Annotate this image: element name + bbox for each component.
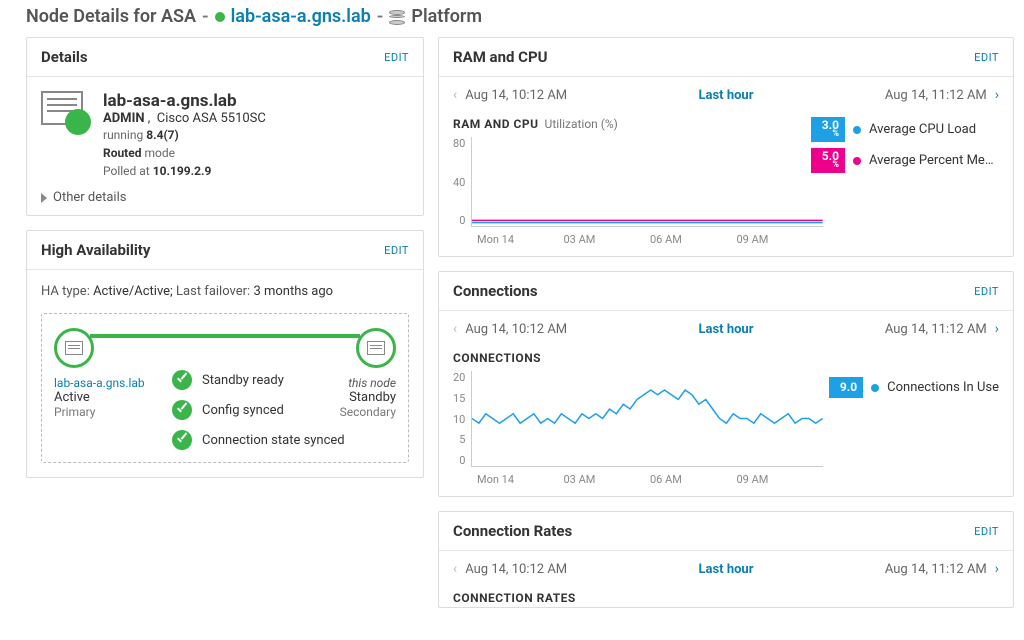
platform-icon bbox=[389, 10, 405, 24]
connection-rates-title: Connection Rates bbox=[453, 522, 572, 540]
breadcrumb-host[interactable]: lab-asa-a.gns.lab bbox=[231, 6, 371, 27]
ha-diagram: lab-asa-a.gns.lab Active Primary this no… bbox=[41, 313, 409, 463]
connections-legend: 9.0 Connections In Use bbox=[829, 377, 999, 398]
time-range-button[interactable]: Last hour bbox=[699, 322, 754, 337]
ramcpu-timebar: ‹Aug 14, 10:12 AM Last hour Aug 14, 11:1… bbox=[439, 77, 1013, 113]
ramcpu-title: RAM and CPU bbox=[453, 48, 548, 66]
device-hostname: lab-asa-a.gns.lab bbox=[103, 91, 266, 111]
other-details-toggle[interactable]: Other details bbox=[41, 190, 409, 205]
chevron-right-icon[interactable]: › bbox=[995, 561, 999, 577]
breadcrumb-suffix: Platform bbox=[411, 6, 482, 27]
breadcrumb-prefix: Node Details for ASA bbox=[26, 6, 196, 27]
device-poll-ip: 10.199.2.9 bbox=[153, 164, 212, 178]
connections-edit-button[interactable]: EDIT bbox=[974, 285, 999, 298]
ha-node-secondary[interactable]: this node Standby Secondary bbox=[300, 328, 396, 419]
time-range-button[interactable]: Last hour bbox=[699, 88, 754, 103]
connections-card: Connections EDIT ‹Aug 14, 10:12 AM Last … bbox=[438, 271, 1014, 497]
device-version: 8.4(7) bbox=[146, 128, 179, 142]
ha-title: High Availability bbox=[41, 241, 150, 259]
connections-timebar: ‹Aug 14, 10:12 AM Last hour Aug 14, 11:1… bbox=[439, 311, 1013, 347]
ha-check-connstate: Connection state synced bbox=[172, 430, 345, 450]
chevron-left-icon[interactable]: ‹ bbox=[453, 321, 457, 337]
connection-rates-card: Connection Rates EDIT ‹Aug 14, 10:12 AM … bbox=[438, 511, 1014, 608]
device-small-icon bbox=[54, 328, 94, 368]
ramcpu-card: RAM and CPU EDIT ‹Aug 14, 10:12 AM Last … bbox=[438, 37, 1014, 257]
check-icon bbox=[172, 370, 192, 390]
breadcrumb: Node Details for ASA - lab-asa-a.gns.lab… bbox=[26, 6, 1006, 27]
connections-chart bbox=[471, 371, 823, 467]
check-icon bbox=[172, 430, 192, 450]
time-range-button[interactable]: Last hour bbox=[699, 562, 754, 577]
caret-right-icon bbox=[41, 193, 47, 203]
ha-card: High Availability EDIT HA type: Active/A… bbox=[26, 230, 424, 478]
details-edit-button[interactable]: EDIT bbox=[384, 51, 409, 64]
ha-edit-button[interactable]: EDIT bbox=[384, 244, 409, 257]
legend-dot-icon bbox=[853, 157, 861, 165]
chevron-right-icon[interactable]: › bbox=[995, 321, 999, 337]
status-up-icon bbox=[215, 12, 225, 22]
ramcpu-chart bbox=[471, 137, 823, 227]
device-role: ADMIN bbox=[103, 111, 145, 126]
check-icon bbox=[172, 400, 192, 420]
details-card: Details EDIT lab-asa-a.gns.lab ADMIN , C… bbox=[26, 37, 424, 216]
details-title: Details bbox=[41, 48, 88, 66]
ramcpu-edit-button[interactable]: EDIT bbox=[974, 51, 999, 64]
ha-summary: HA type: Active/Active; Last failover: 3… bbox=[41, 284, 409, 299]
chevron-left-icon[interactable]: ‹ bbox=[453, 87, 457, 103]
legend-dot-icon bbox=[853, 126, 861, 134]
legend-dot-icon bbox=[871, 384, 879, 392]
ramcpu-legend: 3.0% Average CPU Load 5.0% Average Perce… bbox=[811, 117, 999, 173]
chevron-right-icon[interactable]: › bbox=[995, 87, 999, 103]
device-model: Cisco ASA 5510SC bbox=[157, 111, 266, 126]
chevron-left-icon[interactable]: ‹ bbox=[453, 561, 457, 577]
device-icon bbox=[41, 91, 89, 133]
connection-rates-timebar: ‹Aug 14, 10:12 AM Last hour Aug 14, 11:1… bbox=[439, 551, 1013, 587]
device-small-icon bbox=[356, 328, 396, 368]
connection-rates-edit-button[interactable]: EDIT bbox=[974, 525, 999, 538]
connections-title: Connections bbox=[453, 282, 538, 300]
ha-node-primary[interactable]: lab-asa-a.gns.lab Active Primary bbox=[54, 328, 150, 419]
